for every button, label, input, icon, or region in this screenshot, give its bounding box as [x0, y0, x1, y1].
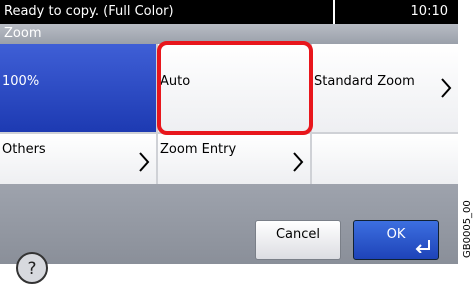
- chevron-right-icon: [441, 78, 452, 98]
- auto-highlight-frame: [157, 41, 313, 135]
- svg-text:?: ?: [27, 259, 36, 279]
- cancel-label: Cancel: [275, 227, 321, 242]
- empty-cell: [312, 134, 458, 184]
- status-time: 10:10: [410, 4, 448, 19]
- status-message: Ready to copy. (Full Color): [4, 4, 174, 19]
- side-code: GB0005_00: [462, 200, 473, 258]
- option-zoom-entry-label: Zoom Entry: [160, 142, 237, 157]
- option-100-percent[interactable]: 100%: [0, 44, 156, 132]
- side-code-text: GB0005_00: [462, 200, 473, 258]
- enter-icon: [415, 240, 430, 253]
- option-standard-zoom[interactable]: Standard Zoom: [312, 44, 458, 132]
- chevron-right-icon: [139, 152, 150, 172]
- option-others[interactable]: Others: [0, 134, 156, 184]
- status-bar: Ready to copy. (Full Color) 10:10: [0, 0, 458, 24]
- option-standard-zoom-label: Standard Zoom: [314, 74, 415, 89]
- option-zoom-entry[interactable]: Zoom Entry: [158, 134, 310, 184]
- chevron-right-icon: [293, 152, 304, 172]
- cancel-button[interactable]: Cancel: [255, 220, 341, 260]
- option-others-label: Others: [2, 142, 46, 157]
- option-100-percent-label: 100%: [2, 74, 40, 89]
- screen-title: Zoom: [4, 26, 42, 41]
- status-divider: [333, 0, 335, 24]
- ok-button[interactable]: OK: [353, 220, 439, 260]
- help-icon[interactable]: ?: [14, 250, 50, 286]
